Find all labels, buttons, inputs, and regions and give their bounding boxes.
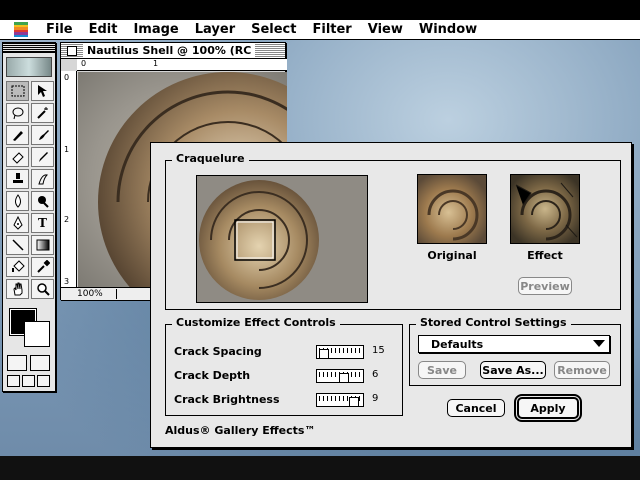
- zoom-readout: 100%: [61, 289, 117, 299]
- crack-spacing-slider[interactable]: [316, 345, 364, 359]
- customize-controls-group: Customize Effect Controls Crack Spacing …: [165, 316, 403, 416]
- save-button[interactable]: Save: [418, 361, 466, 379]
- ruler-label: 0: [81, 59, 87, 68]
- eraser-tool-icon[interactable]: [6, 147, 29, 167]
- ruler-horizontal: 0 1: [77, 59, 287, 71]
- paint-bucket-tool-icon[interactable]: [6, 257, 29, 277]
- ruler-label: 0: [64, 73, 70, 82]
- pencil-tool-icon[interactable]: [31, 147, 54, 167]
- effect-thumbnail-image: [515, 182, 578, 241]
- palette-logo-image: [6, 57, 52, 77]
- eyedropper-tool-icon[interactable]: [31, 257, 54, 277]
- crack-depth-slider[interactable]: [316, 369, 364, 383]
- quick-mask-mode-button[interactable]: [30, 355, 50, 371]
- crack-brightness-slider[interactable]: [316, 393, 364, 407]
- tool-palette: T: [2, 42, 56, 392]
- menu-view[interactable]: View: [360, 20, 411, 40]
- type-tool-icon[interactable]: T: [31, 213, 54, 233]
- crack-spacing-label: Crack Spacing: [174, 345, 262, 358]
- document-title: Nautilus Shell @ 100% (RC: [83, 44, 256, 57]
- cancel-button[interactable]: Cancel: [447, 399, 505, 417]
- craquelure-group: Craquelure Original Effect Preview: [165, 152, 621, 310]
- save-as-button[interactable]: Save As...: [480, 361, 546, 379]
- customize-group-title: Customize Effect Controls: [172, 316, 340, 329]
- tool-palette-titlebar[interactable]: [3, 43, 55, 53]
- airbrush-tool-icon[interactable]: [6, 125, 29, 145]
- ruler-label: 3: [64, 277, 70, 286]
- blur-tool-icon[interactable]: [6, 191, 29, 211]
- document-titlebar[interactable]: Nautilus Shell @ 100% (RC: [61, 43, 285, 59]
- magic-wand-tool-icon[interactable]: [31, 103, 54, 123]
- crack-brightness-label: Crack Brightness: [174, 393, 280, 406]
- menu-filter[interactable]: Filter: [304, 20, 359, 40]
- dodge-tool-icon[interactable]: [31, 191, 54, 211]
- ruler-label: 2: [64, 215, 70, 224]
- menu-image[interactable]: Image: [125, 20, 186, 40]
- preview-shell-image: [197, 176, 367, 302]
- ruler-vertical: 0 1 2 3: [61, 71, 77, 287]
- craquelure-dialog: Craquelure Original Effect Preview Custo…: [150, 142, 632, 448]
- close-box-icon[interactable]: [67, 45, 77, 56]
- screen-mode-standard-button[interactable]: [7, 375, 20, 387]
- effect-thumbnail: [510, 174, 580, 244]
- move-tool-icon[interactable]: [31, 81, 54, 101]
- smudge-tool-icon[interactable]: [31, 169, 54, 189]
- color-swatches: [6, 305, 52, 351]
- menu-layer[interactable]: Layer: [187, 20, 243, 40]
- pen-tool-icon[interactable]: [6, 213, 29, 233]
- brand-label: Aldus® Gallery Effects™: [165, 424, 316, 437]
- stored-group-title: Stored Control Settings: [416, 316, 571, 329]
- crack-brightness-value: 9: [372, 393, 379, 404]
- paintbrush-tool-icon[interactable]: [31, 125, 54, 145]
- menu-bar: File Edit Image Layer Select Filter View…: [0, 20, 640, 40]
- screen-top-border: [0, 0, 640, 20]
- ruler-label: 1: [64, 145, 70, 154]
- tool-grid: T: [3, 81, 55, 299]
- marquee-tool-icon[interactable]: [6, 81, 29, 101]
- stored-settings-group: Stored Control Settings Defaults Save Sa…: [409, 316, 621, 386]
- crack-spacing-slider-thumb[interactable]: [319, 349, 329, 359]
- menu-edit[interactable]: Edit: [81, 20, 126, 40]
- mask-mode-row: [3, 351, 55, 371]
- preview-button[interactable]: Preview: [518, 277, 572, 295]
- menu-window[interactable]: Window: [411, 20, 485, 40]
- screen-mode-full-menu-button[interactable]: [22, 375, 35, 387]
- zoom-tool-icon[interactable]: [31, 279, 54, 299]
- menu-select[interactable]: Select: [243, 20, 304, 40]
- original-thumbnail-image: [427, 189, 479, 241]
- crack-depth-label: Crack Depth: [174, 369, 251, 382]
- screen-mode-row: [3, 371, 55, 387]
- apply-button[interactable]: Apply: [514, 394, 582, 422]
- crack-brightness-slider-thumb[interactable]: [349, 397, 359, 407]
- dialog-title: Craquelure: [172, 152, 249, 165]
- hand-tool-icon[interactable]: [6, 279, 29, 299]
- screen-mode-full-button[interactable]: [37, 375, 50, 387]
- original-label: Original: [427, 249, 477, 262]
- stored-settings-popup[interactable]: Defaults: [418, 335, 610, 353]
- crack-spacing-value: 15: [372, 345, 385, 356]
- preview-pane[interactable]: [196, 175, 368, 303]
- ruler-label: 1: [153, 59, 159, 68]
- popup-arrow-icon: [593, 340, 605, 347]
- rubber-stamp-tool-icon[interactable]: [6, 169, 29, 189]
- original-thumbnail: [417, 174, 487, 244]
- standard-mode-button[interactable]: [7, 355, 27, 371]
- remove-button[interactable]: Remove: [554, 361, 610, 379]
- crack-depth-value: 6: [372, 369, 379, 380]
- line-tool-icon[interactable]: [6, 235, 29, 255]
- screen-bottom-border: [0, 456, 640, 480]
- gradient-tool-icon[interactable]: [31, 235, 54, 255]
- lasso-tool-icon[interactable]: [6, 103, 29, 123]
- apple-menu-icon[interactable]: [14, 22, 28, 37]
- background-color-swatch[interactable]: [24, 321, 50, 347]
- menu-file[interactable]: File: [38, 20, 81, 40]
- crack-depth-slider-thumb[interactable]: [339, 373, 349, 383]
- effect-label: Effect: [527, 249, 563, 262]
- stored-settings-selected: Defaults: [431, 337, 484, 351]
